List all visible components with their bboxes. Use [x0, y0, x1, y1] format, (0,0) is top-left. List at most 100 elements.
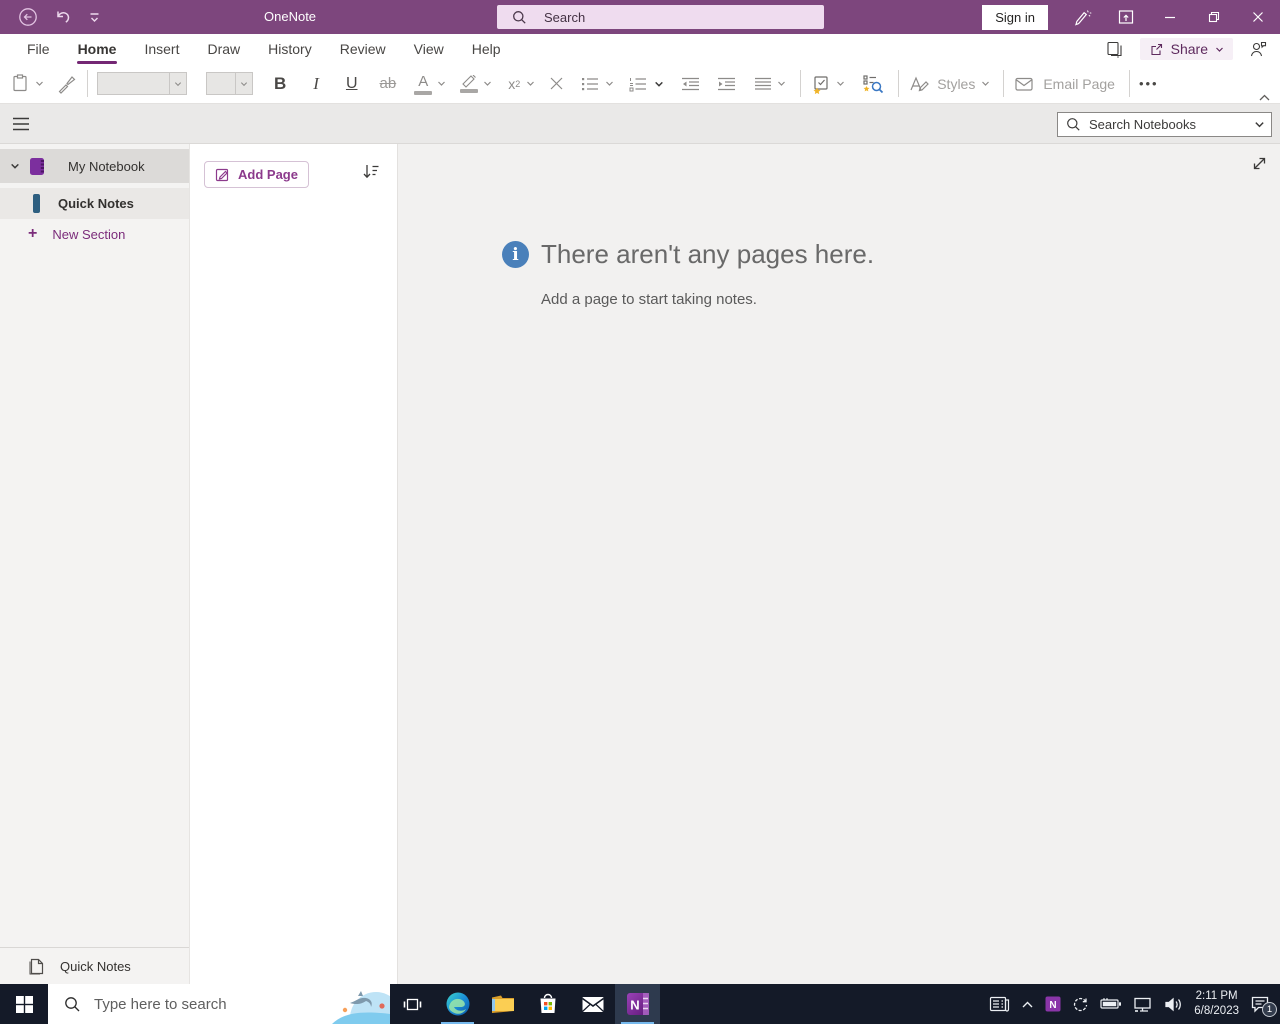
page-list-panel: Add Page	[190, 144, 398, 984]
styles-chevron-icon	[981, 79, 990, 88]
section-row-quick-notes[interactable]: Quick Notes	[0, 188, 189, 219]
restore-button[interactable]	[1192, 0, 1236, 34]
underline-button[interactable]: U	[346, 75, 358, 93]
taskbar-search[interactable]: Type here to search	[48, 984, 390, 1024]
share-button[interactable]: Share	[1140, 38, 1233, 60]
search-input[interactable]	[544, 10, 794, 25]
ink-pen-icon[interactable]	[1060, 0, 1104, 34]
nav-toggle-icon[interactable]	[8, 112, 34, 136]
onenote-tray-icon[interactable]: N	[1045, 996, 1061, 1012]
empty-title: There aren't any pages here.	[541, 239, 874, 270]
search-icon	[1066, 117, 1081, 132]
sign-in-button[interactable]: Sign in	[982, 5, 1048, 30]
close-button[interactable]	[1236, 0, 1280, 34]
bullets-chevron-icon[interactable]	[605, 79, 614, 88]
full-page-view-icon[interactable]	[1105, 40, 1124, 59]
notebook-row[interactable]: My Notebook	[0, 149, 189, 183]
align-chevron-icon[interactable]	[777, 79, 786, 88]
numbering-button[interactable]	[628, 75, 648, 93]
font-color-chevron-icon[interactable]	[437, 79, 446, 88]
collapse-ribbon-icon[interactable]	[1258, 93, 1271, 102]
tab-review[interactable]: Review	[326, 34, 400, 64]
italic-button[interactable]: I	[313, 74, 319, 94]
action-center-icon[interactable]: 1	[1250, 995, 1270, 1013]
edit-page-icon	[215, 167, 230, 182]
news-widget-icon[interactable]	[989, 995, 1010, 1013]
start-button[interactable]	[0, 984, 48, 1024]
subscript-button[interactable]: x2	[508, 76, 520, 92]
numbering-chevron-icon[interactable]	[654, 79, 664, 89]
quick-notes-footer[interactable]: Quick Notes	[0, 947, 189, 984]
customize-qat-icon[interactable]	[88, 11, 101, 24]
quick-notes-footer-label: Quick Notes	[60, 959, 131, 974]
tab-insert[interactable]: Insert	[130, 34, 193, 64]
file-explorer-icon[interactable]	[480, 984, 525, 1024]
subscript-chevron-icon[interactable]	[526, 79, 535, 88]
todo-tag-chevron-icon[interactable]	[836, 79, 845, 88]
align-button[interactable]	[753, 75, 773, 93]
page-icon	[28, 957, 45, 976]
tab-help[interactable]: Help	[458, 34, 515, 64]
more-commands-button[interactable]: •••	[1139, 76, 1159, 91]
mail-icon[interactable]	[570, 984, 615, 1024]
onenote-icon[interactable]: N	[615, 984, 660, 1024]
store-icon[interactable]	[525, 984, 570, 1024]
chevron-down-icon	[169, 73, 186, 94]
tab-draw[interactable]: Draw	[193, 34, 254, 64]
title-bar: OneNote Sign in	[0, 0, 1280, 34]
page-canvas[interactable]: i There aren't any pages here. Add a pag…	[398, 144, 1280, 984]
minimize-button[interactable]	[1148, 0, 1192, 34]
battery-icon[interactable]	[1100, 997, 1122, 1011]
bold-button[interactable]: B	[274, 74, 286, 94]
font-name-select[interactable]	[97, 72, 187, 95]
highlight-chevron-icon[interactable]	[483, 79, 492, 88]
titlebar-search[interactable]	[497, 5, 824, 29]
task-view-icon[interactable]	[390, 984, 435, 1024]
feedback-icon[interactable]	[1249, 40, 1268, 59]
volume-icon[interactable]	[1164, 996, 1183, 1013]
tab-file[interactable]: File	[13, 34, 64, 64]
section-label: Quick Notes	[58, 196, 134, 211]
increase-indent-button[interactable]	[716, 75, 737, 93]
empty-state: i There aren't any pages here. Add a pag…	[502, 239, 874, 308]
edge-icon[interactable]	[435, 984, 480, 1024]
highlight-button[interactable]	[460, 75, 478, 93]
paste-chevron-icon[interactable]	[35, 79, 44, 88]
expand-icon[interactable]	[1251, 155, 1268, 172]
chevron-down-icon[interactable]	[10, 161, 20, 171]
format-painter-button[interactable]	[56, 73, 78, 95]
decrease-indent-button[interactable]	[680, 75, 701, 93]
sort-pages-icon[interactable]	[362, 163, 380, 180]
sync-status-icon[interactable]	[1072, 996, 1089, 1013]
search-highlights-art[interactable]	[314, 984, 390, 1024]
network-icon[interactable]	[1133, 996, 1153, 1013]
styles-button[interactable]: Styles	[908, 74, 990, 94]
font-color-button[interactable]: A	[414, 73, 432, 95]
undo-icon[interactable]	[54, 8, 72, 26]
styles-label: Styles	[937, 76, 975, 92]
back-icon[interactable]	[18, 7, 38, 27]
tab-home[interactable]: Home	[64, 34, 131, 64]
ribbon-display-icon[interactable]	[1104, 0, 1148, 34]
add-page-button[interactable]: Add Page	[204, 161, 309, 188]
taskbar-clock[interactable]: 2:11 PM 6/8/2023	[1194, 989, 1239, 1019]
search-notebooks-box[interactable]: Search Notebooks	[1057, 112, 1272, 137]
font-size-select[interactable]	[206, 72, 253, 95]
tab-view[interactable]: View	[400, 34, 458, 64]
tab-history[interactable]: History	[254, 34, 326, 64]
find-tags-button[interactable]	[861, 73, 885, 95]
clear-formatting-button[interactable]	[548, 75, 565, 92]
bullets-button[interactable]	[580, 75, 600, 93]
add-page-label: Add Page	[238, 167, 298, 182]
paste-button[interactable]	[10, 73, 31, 94]
todo-tag-button[interactable]	[810, 73, 833, 95]
notebook-icon	[29, 157, 46, 176]
new-section-button[interactable]: + New Section	[0, 219, 189, 249]
clock-date: 6/8/2023	[1194, 1004, 1239, 1019]
strikethrough-button[interactable]: ab	[380, 75, 397, 92]
tray-chevron-up-icon[interactable]	[1021, 1000, 1034, 1009]
app-title: OneNote	[264, 9, 316, 24]
chevron-down-icon	[1254, 119, 1265, 130]
section-color-bar	[33, 194, 40, 213]
email-page-button[interactable]: Email Page	[1013, 74, 1115, 94]
